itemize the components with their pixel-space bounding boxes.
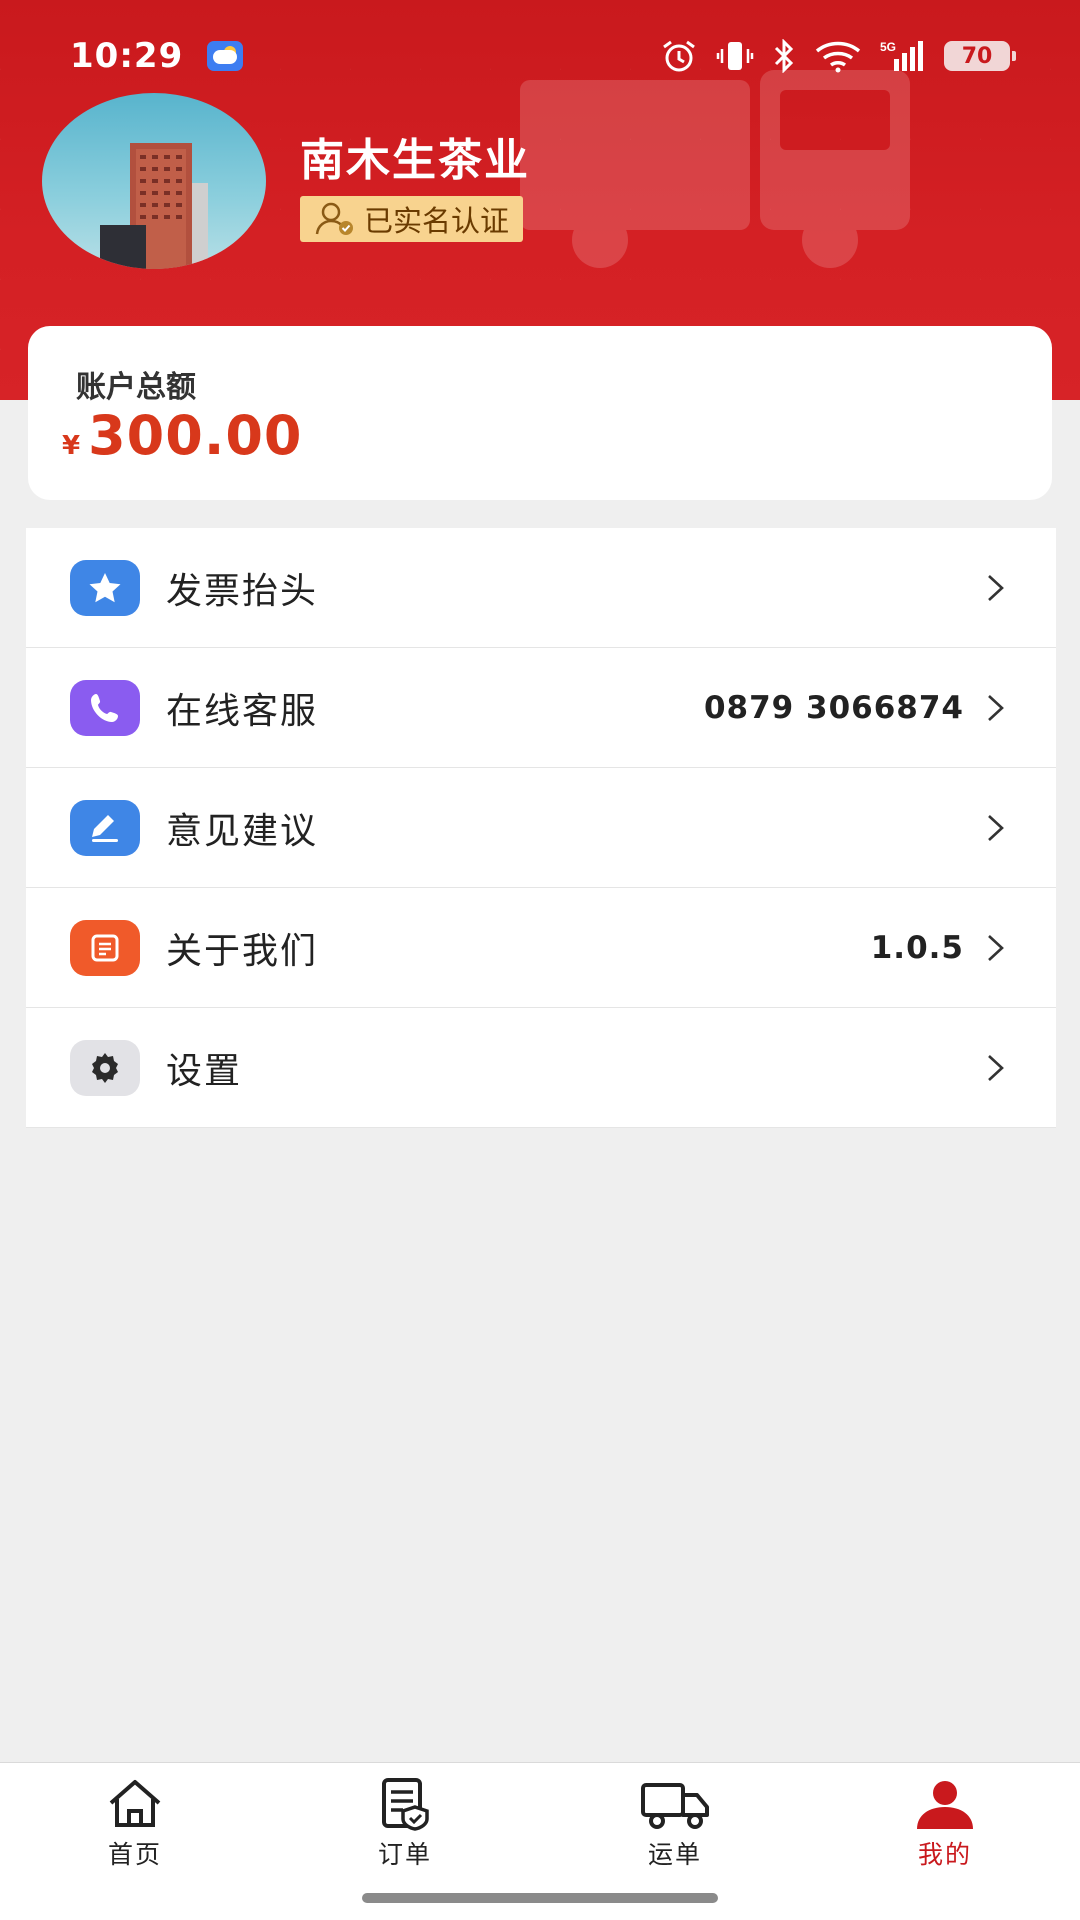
- menu-item-feedback[interactable]: 意见建议: [26, 768, 1056, 888]
- nav-label: 订单: [377, 1840, 432, 1869]
- account-label: 账户总额: [76, 370, 196, 405]
- avatar[interactable]: [42, 93, 266, 269]
- menu-label: 设置: [166, 1050, 243, 1092]
- star-icon: [70, 559, 140, 616]
- menu-label: 关于我们: [166, 930, 319, 972]
- phone-icon: [70, 679, 140, 736]
- menu-item-online-service[interactable]: 在线客服 0879 3066874: [26, 648, 1056, 768]
- user-icon: [917, 1781, 973, 1829]
- account-amount: ¥ 300.00: [62, 404, 302, 467]
- home-indicator[interactable]: [362, 1893, 718, 1903]
- gear-icon: [70, 1039, 140, 1096]
- nav-tab-home[interactable]: 首页: [75, 1777, 195, 1871]
- nav-tab-mine[interactable]: 我的: [885, 1777, 1005, 1871]
- menu-label: 意见建议: [166, 810, 319, 852]
- signal-icon: 5G: [880, 40, 923, 71]
- edit-icon: [70, 799, 140, 856]
- alarm-icon: [663, 40, 695, 72]
- svg-text:5G: 5G: [880, 40, 896, 54]
- menu-item-invoice-title[interactable]: 发票抬头: [26, 528, 1056, 648]
- status-time: 10:29: [70, 36, 184, 76]
- home-icon: [109, 1780, 161, 1827]
- nav-tab-orders[interactable]: 订单: [345, 1777, 465, 1871]
- menu-label: 在线客服: [166, 690, 319, 732]
- battery-icon: 70: [944, 41, 1016, 71]
- chevron-right-icon: [988, 574, 1004, 601]
- truck-icon: [641, 1783, 709, 1829]
- building-photo: [100, 143, 208, 269]
- nav-tab-waybill[interactable]: 运单: [615, 1777, 735, 1871]
- account-balance-card[interactable]: 账户总额 ¥ 300.00: [28, 326, 1052, 500]
- weather-icon: [207, 41, 244, 71]
- app-version: 1.0.5: [870, 929, 964, 966]
- status-icons: 5G 70: [660, 39, 1016, 73]
- chevron-right-icon: [988, 814, 1004, 841]
- currency-symbol: ¥: [62, 431, 81, 461]
- service-phone-number: 0879 3066874: [703, 689, 964, 726]
- company-name: 南木生茶业: [300, 135, 530, 186]
- bluetooth-icon: [774, 39, 794, 73]
- order-icon: [382, 1778, 429, 1831]
- vibrate-icon: [716, 42, 754, 70]
- chevron-right-icon: [988, 934, 1004, 961]
- menu-item-settings[interactable]: 设置: [26, 1008, 1056, 1128]
- verified-badge: 已实名认证: [300, 196, 524, 242]
- chevron-right-icon: [988, 694, 1004, 721]
- chevron-right-icon: [988, 1054, 1004, 1081]
- verified-label: 已实名认证: [364, 204, 510, 238]
- nav-label: 运单: [647, 1840, 702, 1869]
- menu-item-about-us[interactable]: 关于我们 1.0.5: [26, 888, 1056, 1008]
- amount-value: 300.00: [88, 404, 303, 467]
- verified-user-icon: [315, 202, 353, 235]
- info-doc-icon: [70, 919, 140, 976]
- nav-label: 首页: [107, 1840, 162, 1869]
- menu-label: 发票抬头: [166, 570, 319, 612]
- wifi-icon: [815, 41, 861, 73]
- settings-menu: 发票抬头 在线客服 0879 3066874 意见建议 关于我们 1.0.5 设…: [26, 528, 1056, 1128]
- nav-label: 我的: [917, 1840, 972, 1869]
